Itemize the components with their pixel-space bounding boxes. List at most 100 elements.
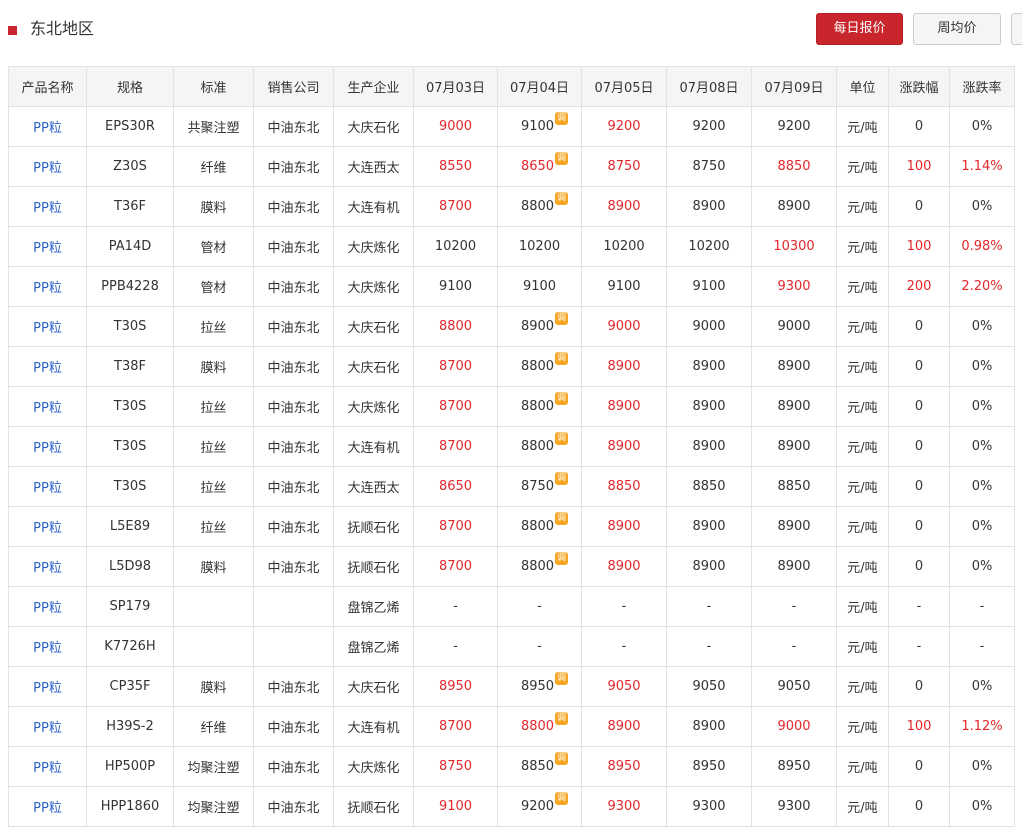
change-cell: 0	[888, 426, 950, 467]
producer-cell: 抚顺石化	[333, 786, 414, 827]
product-link[interactable]: PP粒	[8, 306, 87, 347]
price-value: 8700	[438, 519, 473, 534]
price-cell: 10200	[413, 226, 498, 267]
seller-cell	[253, 586, 334, 627]
price-cell: -	[497, 586, 582, 627]
product-link[interactable]: PP粒	[8, 226, 87, 267]
column-header: 规格	[86, 66, 174, 107]
weekly-average-button[interactable]: 周均价	[913, 13, 1001, 45]
product-link[interactable]: PP粒	[8, 586, 87, 627]
product-link[interactable]: PP粒	[8, 706, 87, 747]
spec-cell: T30S	[86, 426, 174, 467]
table-body: PP粒 EPS30R 共聚注塑 中油东北 大庆石化 9000 9100 调 9200 9200 92…	[8, 106, 1015, 827]
price-value: 8900 调	[520, 312, 569, 334]
product-link[interactable]: PP粒	[8, 426, 87, 467]
price-value: 8900	[692, 359, 726, 374]
price-cell: 8700	[413, 346, 498, 387]
product-link[interactable]: PP粒	[8, 546, 87, 587]
adjust-badge-icon: 调	[555, 472, 569, 485]
change-cell: 100	[888, 146, 950, 187]
price-cell: 8800 调	[497, 386, 582, 427]
table-row: PP粒 PPB4228 管材 中油东北 大庆炼化 9100 9100 9100 9100 9300…	[8, 266, 1015, 307]
more-button[interactable]	[1011, 13, 1022, 45]
price-value: 8950	[777, 759, 811, 774]
product-link[interactable]: PP粒	[8, 266, 87, 307]
standard-cell	[173, 586, 254, 627]
price-value: 9050	[692, 679, 726, 694]
rate-cell: 0%	[949, 506, 1015, 547]
daily-price-button[interactable]: 每日报价	[816, 13, 903, 45]
price-value: 8550	[438, 159, 473, 174]
price-cell: 8900 调	[497, 306, 582, 347]
price-value: 8800 调	[520, 512, 569, 534]
price-cell: 9100	[666, 266, 752, 307]
product-link[interactable]: PP粒	[8, 666, 87, 707]
rate-cell: 0%	[949, 426, 1015, 467]
price-value: 8900	[692, 519, 726, 534]
product-link[interactable]: PP粒	[8, 346, 87, 387]
price-value: 8650 调	[520, 152, 569, 174]
product-link[interactable]: PP粒	[8, 186, 87, 227]
product-link[interactable]: PP粒	[8, 106, 87, 147]
price-value: 8900	[777, 399, 811, 414]
producer-cell: 大庆炼化	[333, 266, 414, 307]
price-table: 产品名称 规格 标准 销售公司 生产企业 07月03日 07月04日 07月05日 07月08日…	[8, 66, 1015, 827]
price-cell: 9050	[666, 666, 752, 707]
price-cell: 8850	[751, 466, 837, 507]
price-cell: -	[751, 626, 837, 667]
price-value: 9100	[438, 279, 473, 294]
price-value: 8750	[438, 759, 473, 774]
price-value: 8900	[777, 559, 811, 574]
product-link[interactable]: PP粒	[8, 466, 87, 507]
change-cell: 0	[888, 186, 950, 227]
product-link[interactable]: PP粒	[8, 146, 87, 187]
unit-cell: 元/吨	[836, 426, 889, 467]
price-cell: 8900	[581, 386, 667, 427]
column-header: 标准	[173, 66, 254, 107]
standard-cell: 膜料	[173, 346, 254, 387]
column-header: 涨跌率	[949, 66, 1015, 107]
producer-cell: 盘锦乙烯	[333, 586, 414, 627]
price-value: 8700	[438, 399, 473, 414]
producer-cell: 大庆石化	[333, 106, 414, 147]
price-cell: 9200	[751, 106, 837, 147]
change-cell: 0	[888, 386, 950, 427]
price-cell: 9300	[581, 786, 667, 827]
price-cell: 8900	[666, 706, 752, 747]
product-link[interactable]: PP粒	[8, 786, 87, 827]
column-header: 07月03日	[413, 66, 498, 107]
change-cell: 0	[888, 746, 950, 787]
seller-cell	[253, 626, 334, 667]
unit-cell: 元/吨	[836, 306, 889, 347]
column-header: 涨跌幅	[888, 66, 950, 107]
price-cell: 8900	[666, 346, 752, 387]
price-value: -	[537, 639, 542, 654]
price-cell: 9000	[751, 306, 837, 347]
change-cell: 0	[888, 106, 950, 147]
product-link[interactable]: PP粒	[8, 506, 87, 547]
price-cell: 8550	[413, 146, 498, 187]
product-link[interactable]: PP粒	[8, 626, 87, 667]
producer-cell: 大庆炼化	[333, 746, 414, 787]
price-cell: 9000	[666, 306, 752, 347]
table-row: PP粒 T30S 拉丝 中油东北 大连西太 8650 8750 调 8850 8850 8850 元/…	[8, 466, 1015, 507]
price-cell: 8950	[666, 746, 752, 787]
seller-cell: 中油东北	[253, 546, 334, 587]
product-link[interactable]: PP粒	[8, 386, 87, 427]
rate-cell: 0.98%	[949, 226, 1015, 267]
table-row: PP粒 L5D98 膜料 中油东北 抚顺石化 8700 8800 调 8900 8900 8900 元…	[8, 546, 1015, 587]
price-value: 9300	[692, 799, 726, 814]
seller-cell: 中油东北	[253, 506, 334, 547]
product-link[interactable]: PP粒	[8, 746, 87, 787]
spec-cell: HP500P	[86, 746, 174, 787]
spec-cell: HPP1860	[86, 786, 174, 827]
standard-cell: 膜料	[173, 546, 254, 587]
price-cell: 8900	[666, 506, 752, 547]
price-value: 9000	[438, 119, 473, 134]
seller-cell: 中油东北	[253, 466, 334, 507]
price-cell: 8900	[666, 426, 752, 467]
change-cell: 100	[888, 226, 950, 267]
price-value: 9000	[777, 319, 811, 334]
price-value: 8900	[692, 719, 726, 734]
standard-cell: 膜料	[173, 666, 254, 707]
